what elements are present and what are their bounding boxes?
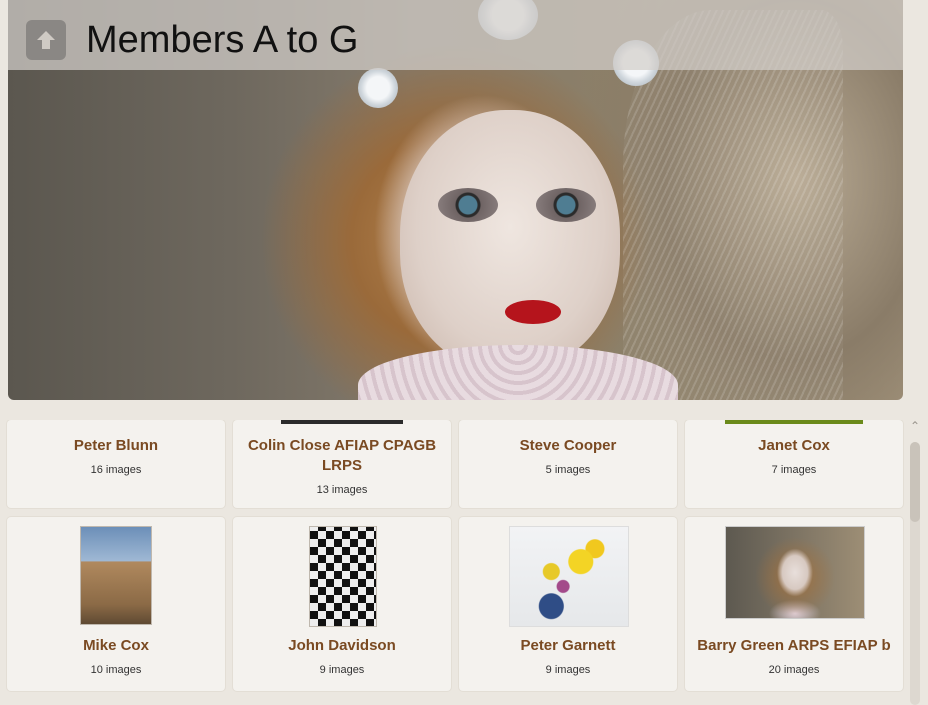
member-name[interactable]: Steve Cooper: [459, 436, 677, 456]
member-card[interactable]: Mike Cox 10 images: [7, 517, 225, 691]
up-button[interactable]: [26, 20, 66, 60]
member-grid: Peter Blunn 16 images Colin Close AFIAP …: [0, 420, 910, 705]
member-image-count: 10 images: [90, 664, 142, 676]
member-image-count: 5 images: [545, 464, 591, 476]
thumbnail-edge: [725, 420, 863, 424]
hero-flower: [358, 68, 398, 108]
member-image-count: 7 images: [771, 464, 817, 476]
member-card[interactable]: Janet Cox 7 images: [685, 420, 903, 508]
member-card[interactable]: Steve Cooper 5 images: [459, 420, 677, 508]
member-card[interactable]: Colin Close AFIAP CPAGB LRPS 13 images: [233, 420, 451, 508]
hero-face: [400, 110, 620, 370]
member-thumbnail[interactable]: [725, 526, 865, 619]
member-name[interactable]: Barry Green ARPS EFIAP b: [685, 636, 903, 656]
member-card[interactable]: Barry Green ARPS EFIAP b 20 images: [685, 517, 903, 691]
member-image-count: 9 images: [319, 664, 365, 676]
scrollbar[interactable]: ⌃: [908, 420, 922, 705]
member-name[interactable]: Janet Cox: [685, 436, 903, 456]
member-thumbnail[interactable]: [309, 526, 377, 627]
hero-eye-right: [536, 188, 596, 222]
page-title: Members A to G: [86, 19, 359, 61]
member-name[interactable]: Mike Cox: [7, 636, 225, 656]
member-name[interactable]: Peter Garnett: [459, 636, 677, 656]
hero-mouth: [505, 300, 561, 324]
member-image-count: 20 images: [768, 664, 820, 676]
arrow-up-icon: [37, 31, 55, 49]
scroll-up-arrow-icon[interactable]: ⌃: [909, 420, 921, 432]
hero-eye-left: [438, 188, 498, 222]
scroll-thumb[interactable]: [910, 442, 920, 522]
member-image-count: 9 images: [545, 664, 591, 676]
member-card[interactable]: Peter Blunn 16 images: [7, 420, 225, 508]
member-image-count: 16 images: [90, 464, 142, 476]
member-card[interactable]: Peter Garnett 9 images: [459, 517, 677, 691]
member-card[interactable]: John Davidson 9 images: [233, 517, 451, 691]
scroll-track[interactable]: [910, 442, 920, 705]
member-name[interactable]: John Davidson: [233, 636, 451, 656]
title-bar: Members A to G: [8, 0, 903, 70]
member-name[interactable]: Peter Blunn: [7, 436, 225, 456]
member-name[interactable]: Colin Close AFIAP CPAGB LRPS: [233, 436, 451, 476]
member-image-count: 13 images: [316, 484, 368, 496]
member-thumbnail[interactable]: [509, 526, 629, 627]
member-thumbnail[interactable]: [80, 526, 152, 625]
thumbnail-edge: [281, 420, 403, 424]
